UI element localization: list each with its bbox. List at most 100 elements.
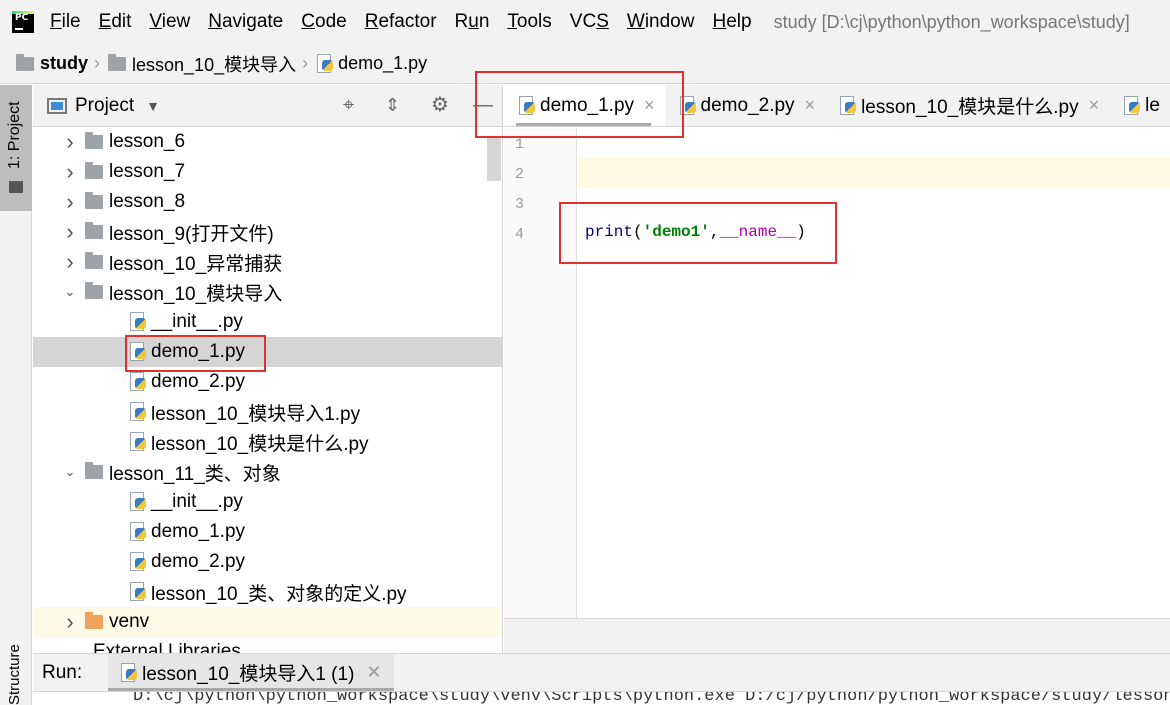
chevron-down-icon[interactable]: ⌄ [61,284,79,300]
editor-tab[interactable]: demo_2.py × [665,85,826,126]
chevron-right-icon[interactable]: › [61,249,79,275]
chevron-right-icon[interactable]: › [61,219,79,245]
project-view-selector[interactable]: Project [75,95,134,117]
chevron-right-icon: › [302,53,309,73]
tree-item-label: demo_2.py [151,551,246,572]
menu-refactor[interactable]: Refactor [365,11,437,33]
line-number-gutter: 1 2 3 4 [504,128,577,618]
folder-icon [85,252,103,269]
tree-file-item[interactable]: lesson_10_类、对象的定义.py [33,577,502,607]
tree-folder-item[interactable]: › lesson_8 [33,187,502,217]
tree-item-label: lesson_9(打开文件) [109,223,274,245]
menu-tools[interactable]: Tools [507,11,551,33]
run-config-tab[interactable]: lesson_10_模块导入1 (1) ✕ [108,653,394,692]
editor-tab[interactable]: le [1109,85,1170,126]
tree-item-label: lesson_6 [109,131,186,152]
tree-file-item[interactable]: demo_2.py [33,367,502,397]
python-file-icon [839,95,857,116]
chevron-right-icon[interactable]: › [61,609,79,635]
tree-file-item[interactable]: __init__.py [33,307,502,337]
menu-edit[interactable]: Edit [99,11,132,33]
breadcrumb-folder[interactable]: lesson_10_模块导入 › [108,51,308,77]
code-editor[interactable]: 1 2 3 4 print('demo1',__name__) [504,128,1170,618]
line-number: 2 [514,166,524,183]
tree-file-item[interactable]: demo_2.py [33,547,502,577]
tree-folder-item[interactable]: › venv [33,607,502,637]
menu-code[interactable]: Code [301,11,346,33]
breadcrumb-file[interactable]: demo_1.py [316,53,427,74]
close-icon[interactable]: × [1089,95,1100,116]
tree-item-label: __init__.py [151,491,243,512]
line-number: 4 [514,226,524,243]
run-console[interactable]: D:\cj\python\python_workspace\study\venv… [33,691,1170,705]
menu-help[interactable]: Help [712,11,751,33]
scrollbar-thumb[interactable] [487,137,501,181]
chevron-right-icon[interactable]: › [61,189,79,215]
menu-run[interactable]: Run [455,11,490,33]
tree-file-item[interactable]: lesson_10_模块导入1.py [33,397,502,427]
tree-folder-item[interactable]: › lesson_10_异常捕获 [33,247,502,277]
gear-icon[interactable]: ⚙ [431,95,449,115]
editor-tab[interactable]: lesson_10_模块是什么.py × [825,85,1109,126]
editor-tab-label: demo_1.py [540,94,635,116]
editor-tab[interactable]: demo_1.py × [504,85,665,126]
menu-vcs[interactable]: VCS [570,11,609,33]
python-file-icon [129,492,147,512]
tree-folder-item[interactable]: › lesson_6 [33,127,502,157]
tree-item-label: lesson_7 [109,161,186,182]
close-icon[interactable]: ✕ [366,662,381,683]
menu-view[interactable]: View [149,11,190,33]
chevron-down-icon[interactable]: ⌄ [61,464,79,480]
locate-target-icon[interactable]: ⌖ [343,95,354,115]
python-file-icon [518,95,536,116]
python-file-icon [129,552,147,572]
collapse-all-icon[interactable]: ⇕ [385,95,400,115]
left-tool-strip: 1: Project Structure [0,85,32,705]
tree-folder-item[interactable]: ⌄ lesson_11_类、对象 [33,457,502,487]
tree-folder-item[interactable]: › lesson_9(打开文件) [33,217,502,247]
project-tool-window-tab[interactable]: 1: Project [0,85,32,211]
tree-folder-item[interactable]: External Libraries [33,637,502,653]
folder-icon [16,53,34,71]
project-tree: › lesson_6 › lesson_7 › lesson_8 › lesson_9(打开文… [33,127,502,653]
tree-file-item[interactable]: demo_1.py [33,517,502,547]
folder-icon [9,181,23,193]
close-icon[interactable]: × [805,95,816,116]
python-run-icon [120,662,138,683]
folder-icon [108,53,127,71]
menu-window[interactable]: Window [627,11,695,33]
code-line-4[interactable]: print('demo1',__name__) [585,223,806,241]
tree-folder-item[interactable]: › lesson_7 [33,157,502,187]
line-number: 3 [514,196,524,213]
structure-tool-window-tab[interactable]: Structure [6,644,23,705]
chevron-right-icon[interactable]: › [61,159,79,185]
tree-file-item[interactable]: __init__.py [33,487,502,517]
console-output: D:\cj\python\python_workspace\study\venv… [133,691,1170,705]
python-file-icon [129,522,147,542]
menu-file[interactable]: File [50,11,81,33]
tree-file-item[interactable]: lesson_10_模块是什么.py [33,427,502,457]
breadcrumb-project[interactable]: study › [16,53,100,74]
pycharm-logo-icon: PC [12,11,34,33]
minimize-icon[interactable]: — [473,95,493,115]
chevron-down-icon[interactable]: ▼ [146,98,160,114]
tree-file-item[interactable]: demo_1.py [33,337,502,367]
folder-icon [85,192,103,209]
menu-navigate[interactable]: Navigate [208,11,283,33]
breadcrumb: study › lesson_10_模块导入 › demo_1.py [0,44,1170,84]
close-icon[interactable]: × [644,95,655,116]
code-dunder-name: __name__ [719,223,797,241]
tree-folder-item[interactable]: ⌄ lesson_10_模块导入 [33,277,502,307]
tree-item-label: lesson_10_异常捕获 [109,253,283,275]
tree-item-label: lesson_11_类、对象 [109,463,281,485]
menu-bar: PC File Edit View Navigate Code Refactor Run To… [0,0,1170,44]
tree-item-label: demo_1.py [151,341,246,362]
tree-item-label: lesson_10_模块是什么.py [151,433,369,455]
chevron-right-icon[interactable]: › [61,129,79,155]
window-title: study [D:\cj\python\python_workspace\stu… [773,11,1130,32]
line-number: 1 [514,136,524,153]
python-file-icon [679,95,697,116]
editor-tab-bar: demo_1.py × demo_2.py × lesson_10_模块是什么.py × l… [504,85,1170,127]
editor-tab-label: demo_2.py [700,94,795,116]
python-file-icon [1123,95,1141,116]
